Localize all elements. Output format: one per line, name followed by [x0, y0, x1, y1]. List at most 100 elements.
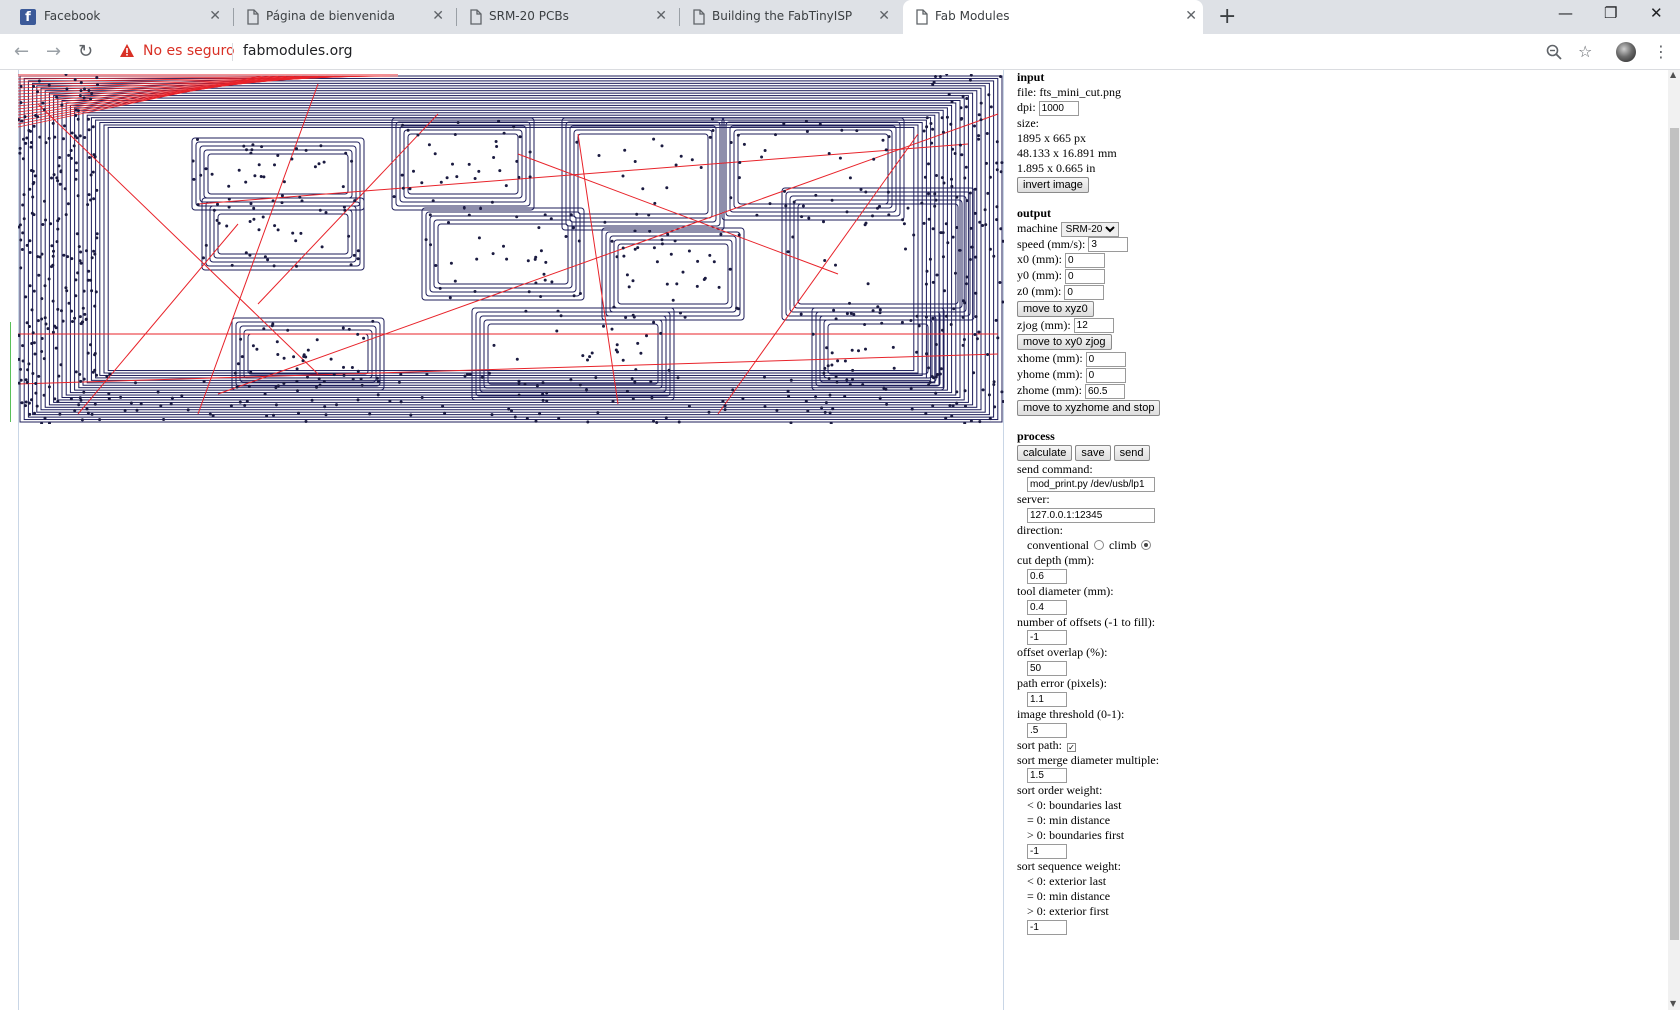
overlap-input[interactable] [1027, 661, 1067, 676]
threshold-input[interactable] [1027, 722, 1067, 738]
invert-image-button[interactable]: invert image [1017, 176, 1089, 193]
page-icon [692, 9, 708, 25]
seq-lt-text: < 0: exterior last [1027, 874, 1107, 888]
move-to-home-button[interactable]: move to xyzhome and stop [1017, 399, 1161, 416]
conventional-radio[interactable] [1093, 540, 1104, 550]
process-section-title: process [1017, 428, 1055, 443]
zoom-icon[interactable] [1546, 44, 1562, 60]
server-input[interactable] [1027, 508, 1155, 523]
back-icon[interactable]: ← [14, 41, 29, 62]
direction-label: direction: [1017, 523, 1063, 537]
file-label: file: fts_mini_cut.png [1017, 85, 1121, 99]
tab-bienvenida[interactable]: Página de bienvenida ✕ [234, 0, 456, 34]
yhome-input[interactable] [1085, 367, 1126, 383]
z0-label: z0 (mm): [1017, 283, 1062, 298]
speed-input[interactable] [1088, 237, 1129, 253]
zjog-label: zjog (mm): [1017, 317, 1071, 332]
machine-label: machine [1017, 220, 1058, 235]
machine-select[interactable]: SRM-20 [1060, 221, 1119, 237]
trace-islands [191, 117, 975, 401]
tab-facebook[interactable]: f Facebook ✕ [0, 0, 233, 34]
calculate-button[interactable]: calculate [1017, 444, 1073, 461]
y0-input[interactable] [1065, 268, 1105, 284]
close-icon[interactable]: ✕ [209, 8, 221, 24]
size-mm: 48.133 x 16.891 mm [1017, 145, 1117, 160]
settings-panel: input file: fts_mini_cut.png dpi: size: … [1017, 70, 1257, 935]
toolpath-preview[interactable] [18, 74, 1004, 424]
tool-diameter-label: tool diameter (mm): [1017, 583, 1114, 598]
overlap-label: offset overlap (%): [1017, 645, 1108, 660]
order-eq-text: = 0: min distance [1027, 813, 1111, 828]
avatar[interactable] [1616, 42, 1636, 62]
cut-depth-input[interactable] [1027, 568, 1067, 584]
seq-eq-text: = 0: min distance [1027, 889, 1111, 903]
sort-path-checkbox[interactable]: ✓ [1067, 742, 1076, 752]
page-icon [469, 9, 485, 25]
facebook-icon: f [20, 9, 36, 25]
merge-input[interactable] [1027, 768, 1067, 784]
warning-icon [120, 44, 134, 57]
path-error-input[interactable] [1027, 691, 1067, 707]
server-label: server: [1017, 492, 1050, 507]
send-command-input[interactable] [1027, 477, 1155, 493]
close-icon[interactable]: ✕ [432, 8, 444, 24]
climb-label: climb [1108, 538, 1137, 552]
sequence-weight-input[interactable] [1027, 919, 1067, 935]
xhome-input[interactable] [1085, 352, 1126, 367]
dpi-input[interactable] [1038, 100, 1079, 116]
input-section-title: input [1017, 70, 1045, 84]
save-button[interactable]: save [1075, 444, 1111, 461]
output-section-title: output [1017, 205, 1052, 220]
zjog-input[interactable] [1073, 318, 1114, 334]
zhome-input[interactable] [1084, 383, 1125, 399]
size-label: size: [1017, 115, 1039, 130]
xhome-label: xhome (mm): [1017, 351, 1083, 366]
tab-title: SRM-20 PCBs [489, 9, 569, 23]
tab-srm20[interactable]: SRM-20 PCBs ✕ [457, 0, 679, 34]
cut-depth-label: cut depth (mm): [1017, 553, 1095, 567]
order-lt-text: < 0: boundaries last [1027, 798, 1122, 813]
security-indicator[interactable]: No es seguro [143, 43, 235, 59]
url-divider [232, 43, 233, 61]
window-close-icon[interactable]: ✕ [1650, 4, 1663, 22]
z0-input[interactable] [1064, 284, 1105, 300]
address-bar[interactable]: fabmodules.org [243, 43, 353, 59]
tool-diameter-input[interactable] [1027, 599, 1067, 615]
order-gt-text: > 0: boundaries first [1027, 828, 1125, 843]
tab-title: Building the FabTinyISP [712, 9, 853, 23]
threshold-label: image threshold (0-1): [1017, 706, 1125, 721]
climb-radio[interactable] [1141, 540, 1152, 550]
close-icon[interactable]: ✕ [655, 8, 667, 24]
page-scrollbar[interactable]: ▲ ▼ [1668, 70, 1680, 1010]
minimize-icon[interactable]: — [1558, 4, 1573, 22]
speed-label: speed (mm/s): [1017, 236, 1086, 251]
tab-strip: f Facebook ✕ Página de bienvenida ✕ SRM-… [0, 0, 1680, 34]
menu-icon[interactable]: ⋮ [1653, 42, 1669, 61]
path-error-label: path error (pixels): [1017, 676, 1107, 690]
scroll-thumb[interactable] [1670, 128, 1679, 940]
tab-title: Fab Modules [935, 9, 1010, 23]
close-icon[interactable]: ✕ [1185, 8, 1197, 24]
forward-icon[interactable]: → [46, 41, 61, 62]
send-button[interactable]: send [1113, 444, 1150, 461]
size-in: 1.895 x 0.665 in [1017, 160, 1096, 175]
tab-fabtinyisp[interactable]: Building the FabTinyISP ✕ [680, 0, 902, 34]
page-icon [246, 9, 262, 25]
new-tab-button[interactable]: + [1218, 4, 1236, 29]
zhome-label: zhome (mm): [1017, 382, 1082, 397]
restore-icon[interactable]: ❐ [1604, 4, 1617, 22]
send-command-label: send command: [1017, 461, 1093, 476]
star-icon[interactable]: ☆ [1578, 42, 1592, 61]
move-to-xyz0-button[interactable]: move to xyz0 [1017, 300, 1094, 317]
move-to-xy0-zjog-button[interactable]: move to xy0 zjog [1017, 334, 1112, 351]
seq-gt-text: > 0: exterior first [1027, 904, 1109, 918]
close-icon[interactable]: ✕ [878, 8, 890, 24]
scroll-down-icon[interactable]: ▼ [1670, 999, 1676, 1008]
scroll-up-icon[interactable]: ▲ [1670, 70, 1676, 79]
offsets-input[interactable] [1027, 630, 1067, 646]
reload-icon[interactable]: ↻ [78, 41, 93, 62]
tab-fab-modules[interactable]: Fab Modules ✕ [903, 0, 1203, 34]
x0-input[interactable] [1065, 253, 1105, 268]
conventional-label: conventional [1027, 538, 1089, 552]
order-weight-input[interactable] [1027, 844, 1067, 859]
